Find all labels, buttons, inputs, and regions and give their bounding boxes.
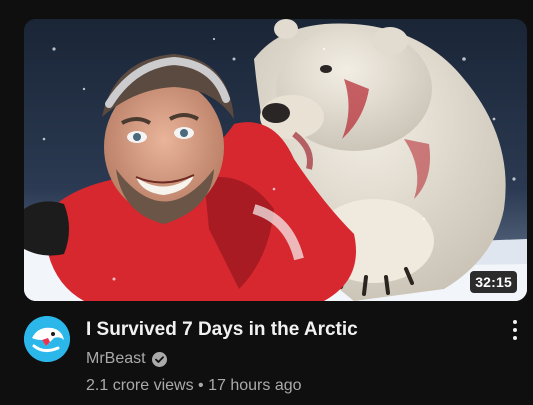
video-stats: 2.1 crore views • 17 hours ago bbox=[86, 377, 302, 395]
verified-check-icon bbox=[151, 351, 167, 367]
channel-row: MrBeast bbox=[86, 350, 167, 368]
thumbnail-image bbox=[24, 19, 527, 301]
upload-age: 17 hours ago bbox=[208, 377, 302, 394]
video-title[interactable]: I Survived 7 Days in the Arctic bbox=[86, 319, 358, 341]
video-details: I Survived 7 Days in the Arctic MrBeast … bbox=[24, 314, 527, 404]
mrbeast-logo-icon bbox=[24, 316, 70, 362]
video-thumbnail[interactable]: 32:15 bbox=[24, 19, 527, 301]
more-vert-icon[interactable] bbox=[509, 318, 521, 342]
video-duration-badge: 32:15 bbox=[470, 271, 517, 293]
view-count: 2.1 crore views bbox=[86, 377, 194, 394]
channel-name[interactable]: MrBeast bbox=[86, 350, 146, 368]
video-card[interactable]: 32:15 I Survived 7 Days in the Arctic Mr… bbox=[0, 0, 533, 405]
stats-separator: • bbox=[198, 377, 204, 394]
channel-avatar[interactable] bbox=[24, 316, 70, 362]
